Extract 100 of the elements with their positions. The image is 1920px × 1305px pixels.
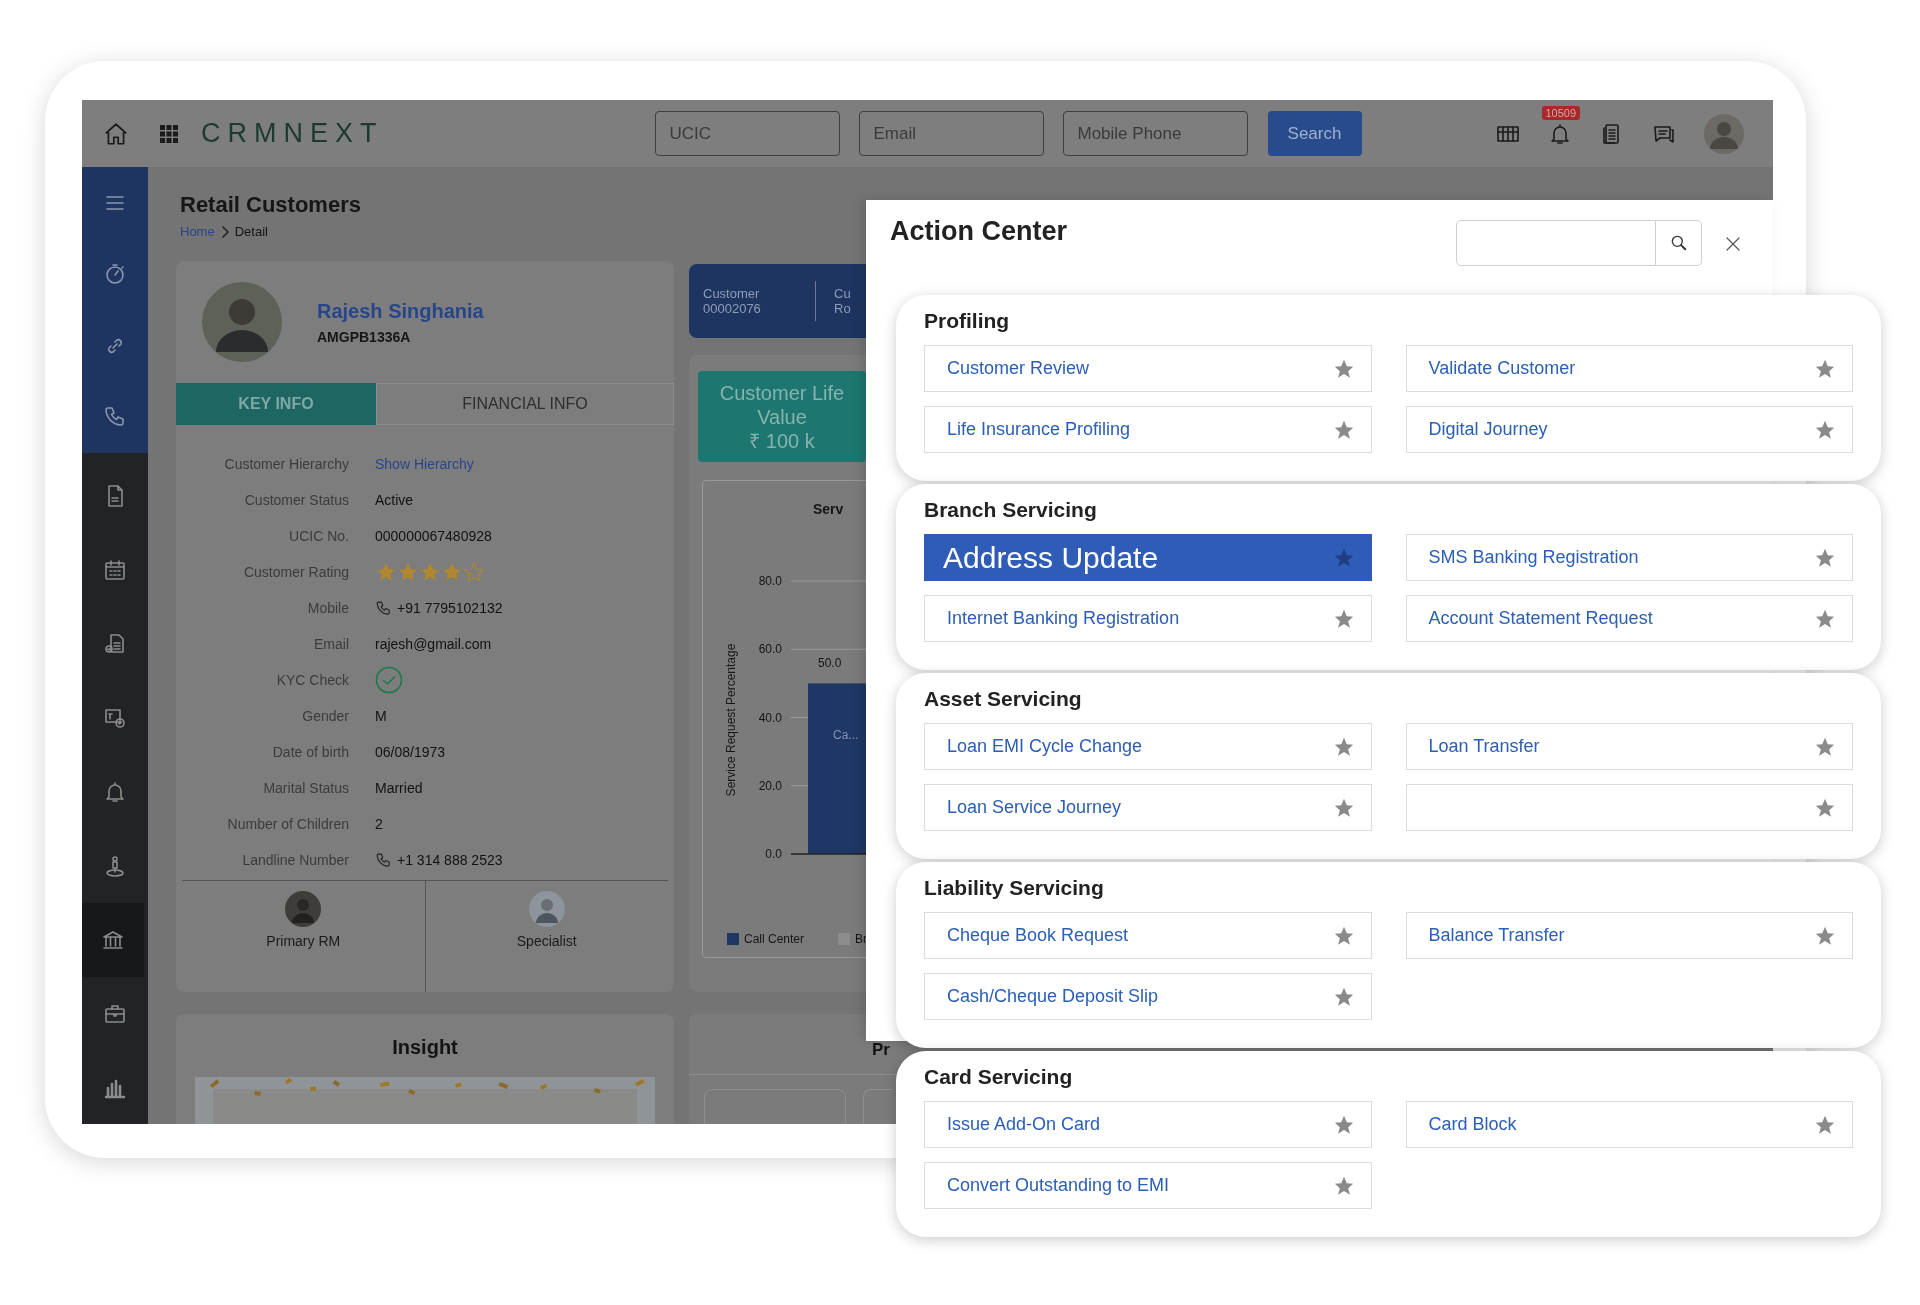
action-item[interactable]: Issue Add-On Card — [924, 1101, 1372, 1148]
contact-role: Specialist — [516, 933, 577, 949]
phone-icon — [375, 599, 392, 617]
search-button[interactable] — [1656, 220, 1702, 266]
phone-icon — [375, 851, 392, 869]
field-value: M — [375, 708, 387, 724]
data-label: 50.0 — [818, 656, 842, 671]
field-value: +1 314 888 2523 — [397, 852, 503, 868]
field-label: Customer Rating — [242, 564, 349, 580]
action-item[interactable]: Address Update — [924, 534, 1372, 581]
lifetime-value-text: Customer Life — [719, 380, 845, 405]
field-label: Date of birth — [271, 744, 349, 760]
legend-label: Br — [855, 932, 866, 946]
field-value: 06/08/1973 — [375, 744, 446, 760]
lifetime-value-text: Value — [757, 404, 807, 429]
tick-label: 0.0 — [765, 847, 782, 861]
field-value: 2 — [375, 816, 383, 832]
customer-code: AMGPB1336A — [317, 328, 412, 345]
star-icon — [375, 561, 397, 583]
section-title: Asset Servicing — [924, 686, 1083, 712]
summary-label: Cu — [834, 286, 852, 301]
star-icon — [441, 561, 463, 583]
legend-swatch — [727, 933, 739, 945]
chart-title: Serv — [813, 501, 844, 517]
search-field[interactable]: Email — [858, 111, 1044, 156]
legend-label: Call Center — [744, 932, 805, 946]
summary-value: Ro — [834, 301, 852, 316]
calendar-icon — [103, 558, 127, 582]
sidebar-item[interactable] — [82, 903, 144, 977]
field-value: +91 7795102132 — [397, 600, 503, 616]
star-icon — [419, 561, 441, 583]
action-item[interactable]: Internet Banking Registration — [924, 595, 1372, 642]
avatar[interactable] — [1703, 113, 1744, 154]
card-title: Insight — [392, 1036, 458, 1059]
field-value: Active — [375, 492, 414, 508]
field-value: rajesh@gmail.com — [375, 636, 492, 652]
field-label: Customer Status — [243, 492, 349, 508]
page-title: Retail Customers — [180, 192, 362, 218]
action-item[interactable]: Life Insurance Profiling — [924, 406, 1372, 453]
timer-icon — [103, 262, 127, 287]
star-outline-icon — [463, 561, 485, 583]
field-value: 000000067480928 — [375, 528, 492, 544]
action-item[interactable]: Loan Service Journey — [924, 784, 1372, 831]
field-label: UCIC No. — [288, 528, 349, 544]
panel-title: Action Center — [890, 216, 1068, 247]
search-field[interactable]: UCIC — [654, 111, 840, 156]
action-item[interactable]: Convert Outstanding to EMI — [924, 1162, 1372, 1209]
field-label: KYC Check — [275, 672, 349, 688]
tick-label: 20.0 — [758, 778, 782, 793]
search-field[interactable]: Mobile Phone — [1062, 111, 1248, 156]
summary-value: 00002076 — [703, 301, 762, 316]
chevron-icon — [220, 225, 229, 238]
checklist-icon — [103, 632, 127, 656]
field-label: Gender — [301, 708, 349, 724]
logo: CRMNEXT — [201, 118, 384, 149]
bar-label: Ca... — [833, 728, 859, 742]
tab[interactable]: FINANCIAL INFO — [376, 383, 674, 425]
star-icon — [397, 561, 419, 583]
action-item[interactable]: Loan Transfer — [1405, 723, 1853, 770]
contact-role: Primary RM — [266, 933, 341, 949]
field-label: Number of Children — [226, 816, 349, 832]
field-label: Email — [313, 636, 349, 652]
bank-icon — [101, 928, 125, 952]
bell-icon — [103, 780, 127, 804]
action-item[interactable]: Loan EMI Cycle Change — [924, 723, 1372, 770]
action-item[interactable]: SMS Banking Registration — [1405, 534, 1853, 581]
briefcase-icon — [103, 1002, 127, 1026]
tick-label: 40.0 — [758, 710, 782, 725]
action-item[interactable]: Cash/Cheque Deposit Slip — [924, 973, 1372, 1020]
field-label: Customer Hierarchy — [223, 456, 349, 472]
tick-label: 60.0 — [758, 642, 782, 657]
section-title: Profiling — [924, 308, 1011, 334]
search-button[interactable]: Search — [1267, 111, 1362, 156]
field-label: Marital Status — [262, 780, 349, 796]
field-label: Mobile — [306, 600, 349, 616]
card-title: Pr — [872, 1041, 891, 1058]
field-value: Married — [375, 780, 423, 796]
section-title: Branch Servicing — [924, 497, 1098, 523]
field-label: Landline Number — [241, 852, 349, 868]
summary-label: Customer — [703, 286, 761, 301]
action-item[interactable]: Digital Journey — [1405, 406, 1853, 453]
lifetime-value-text: ₹ 100 k — [749, 428, 815, 453]
customer-name: Rajesh Singhania — [317, 299, 484, 323]
notification-badge: 10509 — [1541, 105, 1581, 120]
avatar — [285, 891, 322, 927]
tick-label: 80.0 — [758, 574, 782, 588]
person-pin-icon — [103, 854, 127, 878]
action-item[interactable]: Balance Transfer — [1405, 912, 1853, 959]
avatar — [528, 891, 565, 927]
certificate-icon — [103, 706, 127, 730]
close-icon[interactable] — [1724, 235, 1742, 253]
section-title: Liability Servicing — [924, 875, 1105, 901]
action-item[interactable]: Account Statement Request — [1405, 595, 1853, 642]
breadcrumb-current: Detail — [234, 224, 268, 239]
section-title: Card Servicing — [924, 1064, 1074, 1090]
action-item[interactable]: Customer Review — [924, 345, 1372, 392]
action-item[interactable]: Card Block — [1405, 1101, 1853, 1148]
action-item[interactable]: Validate Customer — [1405, 345, 1853, 392]
axis-label: Service Request Percentage — [724, 643, 738, 797]
action-item[interactable]: Cheque Book Request — [924, 912, 1372, 959]
